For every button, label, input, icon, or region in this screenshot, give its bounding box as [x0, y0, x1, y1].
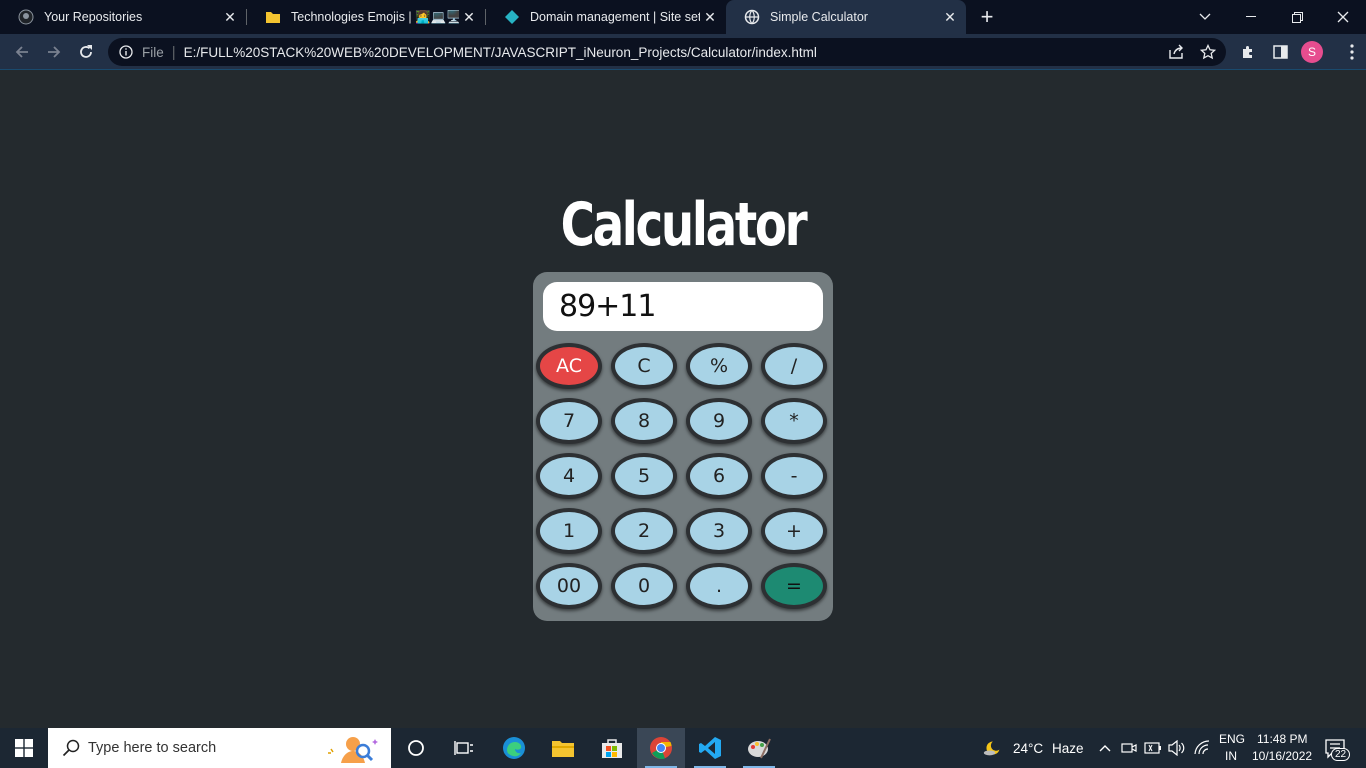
domain-diamond-icon [504, 9, 520, 25]
vscode-icon[interactable] [686, 728, 734, 768]
windows-taskbar: Type here to search 24°C Haze ENG IN 11:… [0, 728, 1366, 768]
chevron-up-icon[interactable] [1096, 739, 1114, 757]
input-language[interactable]: ENG [1219, 732, 1245, 746]
calculator-body: 89+11 AC C % / 7 8 9 * 4 5 6 - 1 2 3 + 0… [533, 272, 833, 621]
tab-title: Simple Calculator [770, 10, 868, 24]
browser-tab-strip: Your Repositories ✕ Technologies Emojis … [0, 0, 1366, 34]
weather-moon-icon[interactable] [983, 739, 1001, 757]
close-icon[interactable]: ✕ [940, 7, 960, 27]
tab-title: Your Repositories [44, 10, 143, 24]
task-view-icon[interactable] [440, 728, 488, 768]
volume-icon[interactable] [1168, 739, 1186, 757]
key-percent-button[interactable]: % [686, 343, 752, 389]
profile-avatar[interactable]: S [1301, 41, 1323, 63]
share-icon[interactable] [1164, 40, 1188, 64]
reload-icon[interactable] [74, 40, 98, 64]
url-text[interactable]: E:/FULL%20STACK%20WEB%20DEVELOPMENT/JAVA… [184, 45, 817, 60]
restore-button[interactable] [1274, 0, 1320, 34]
input-region[interactable]: IN [1225, 749, 1237, 763]
key-9-button[interactable]: 9 [686, 398, 752, 444]
key-add-button[interactable]: + [761, 508, 827, 554]
windows-start-icon[interactable] [0, 728, 48, 768]
globe-icon [744, 9, 760, 25]
address-divider: | [171, 43, 176, 61]
key-0-button[interactable]: 0 [611, 563, 677, 609]
tab-domain-management[interactable]: Domain management | Site settin ✕ [486, 0, 726, 34]
clock-time[interactable]: 11:48 PM [1257, 732, 1307, 746]
paint-palette-icon[interactable] [735, 728, 783, 768]
clock-date[interactable]: 10/16/2022 [1252, 749, 1312, 763]
close-icon[interactable]: ✕ [459, 7, 479, 27]
microsoft-store-icon[interactable] [588, 728, 636, 768]
key-decimal-button[interactable]: . [686, 563, 752, 609]
search-highlight-illustration-icon [325, 733, 381, 763]
key-00-button[interactable]: 00 [536, 563, 602, 609]
wifi-icon[interactable] [1193, 739, 1211, 757]
page-title: Calculator [560, 190, 808, 260]
taskbar-search-box[interactable]: Type here to search [48, 728, 391, 768]
key-7-button[interactable]: 7 [536, 398, 602, 444]
key-c-button[interactable]: C [611, 343, 677, 389]
info-icon[interactable] [118, 44, 134, 60]
key-8-button[interactable]: 8 [611, 398, 677, 444]
folder-icon [265, 9, 281, 25]
key-multiply-button[interactable]: * [761, 398, 827, 444]
page-content: Calculator 89+11 AC C % / 7 8 9 * 4 5 6 … [0, 70, 1366, 728]
search-placeholder: Type here to search [88, 740, 217, 756]
minimize-button[interactable] [1228, 0, 1274, 34]
key-2-button[interactable]: 2 [611, 508, 677, 554]
new-tab-button[interactable]: + [976, 4, 998, 29]
edge-browser-icon[interactable] [490, 728, 538, 768]
cortana-circle-icon[interactable] [392, 728, 440, 768]
close-icon[interactable]: ✕ [220, 7, 240, 27]
tab-search-chevron-icon[interactable] [1182, 0, 1228, 34]
key-ac-button[interactable]: AC [536, 343, 602, 389]
key-4-button[interactable]: 4 [536, 453, 602, 499]
weather-condition[interactable]: Haze [1052, 741, 1084, 756]
tab-technologies-emojis[interactable]: Technologies Emojis | 👩‍💻💻🖥️⚒️ ✕ [247, 0, 485, 34]
tab-simple-calculator[interactable]: Simple Calculator ✕ [726, 0, 966, 34]
more-menu-icon[interactable] [1340, 40, 1364, 64]
chrome-browser-icon[interactable] [637, 728, 685, 768]
tab-your-repositories[interactable]: Your Repositories ✕ [0, 0, 246, 34]
key-divide-button[interactable]: / [761, 343, 827, 389]
key-1-button[interactable]: 1 [536, 508, 602, 554]
file-explorer-icon[interactable] [539, 728, 587, 768]
meet-now-icon[interactable] [1120, 739, 1138, 757]
key-6-button[interactable]: 6 [686, 453, 752, 499]
weather-temperature[interactable]: 24°C [1013, 741, 1043, 756]
close-icon[interactable]: ✕ [700, 7, 720, 27]
battery-icon[interactable] [1144, 739, 1162, 757]
key-3-button[interactable]: 3 [686, 508, 752, 554]
bookmark-star-icon[interactable] [1196, 40, 1220, 64]
calculator-display[interactable]: 89+11 [543, 282, 823, 331]
extensions-puzzle-icon[interactable] [1236, 40, 1260, 64]
github-icon [18, 9, 34, 25]
forward-arrow-icon[interactable] [42, 40, 66, 64]
side-panel-icon[interactable] [1268, 40, 1292, 64]
browser-toolbar: File | E:/FULL%20STACK%20WEB%20DEVELOPME… [0, 34, 1366, 70]
key-subtract-button[interactable]: - [761, 453, 827, 499]
scheme-label: File [142, 44, 164, 60]
tab-title: Technologies Emojis | 👩‍💻💻🖥️⚒️ [291, 9, 459, 24]
search-icon [62, 739, 80, 757]
back-arrow-icon[interactable] [10, 40, 34, 64]
key-equals-button[interactable]: = [761, 563, 827, 609]
notification-count-badge: 22 [1331, 748, 1351, 761]
close-window-button[interactable] [1320, 0, 1366, 34]
tab-title: Domain management | Site settin [530, 10, 700, 24]
address-bar[interactable]: File | E:/FULL%20STACK%20WEB%20DEVELOPME… [108, 38, 1226, 66]
key-5-button[interactable]: 5 [611, 453, 677, 499]
